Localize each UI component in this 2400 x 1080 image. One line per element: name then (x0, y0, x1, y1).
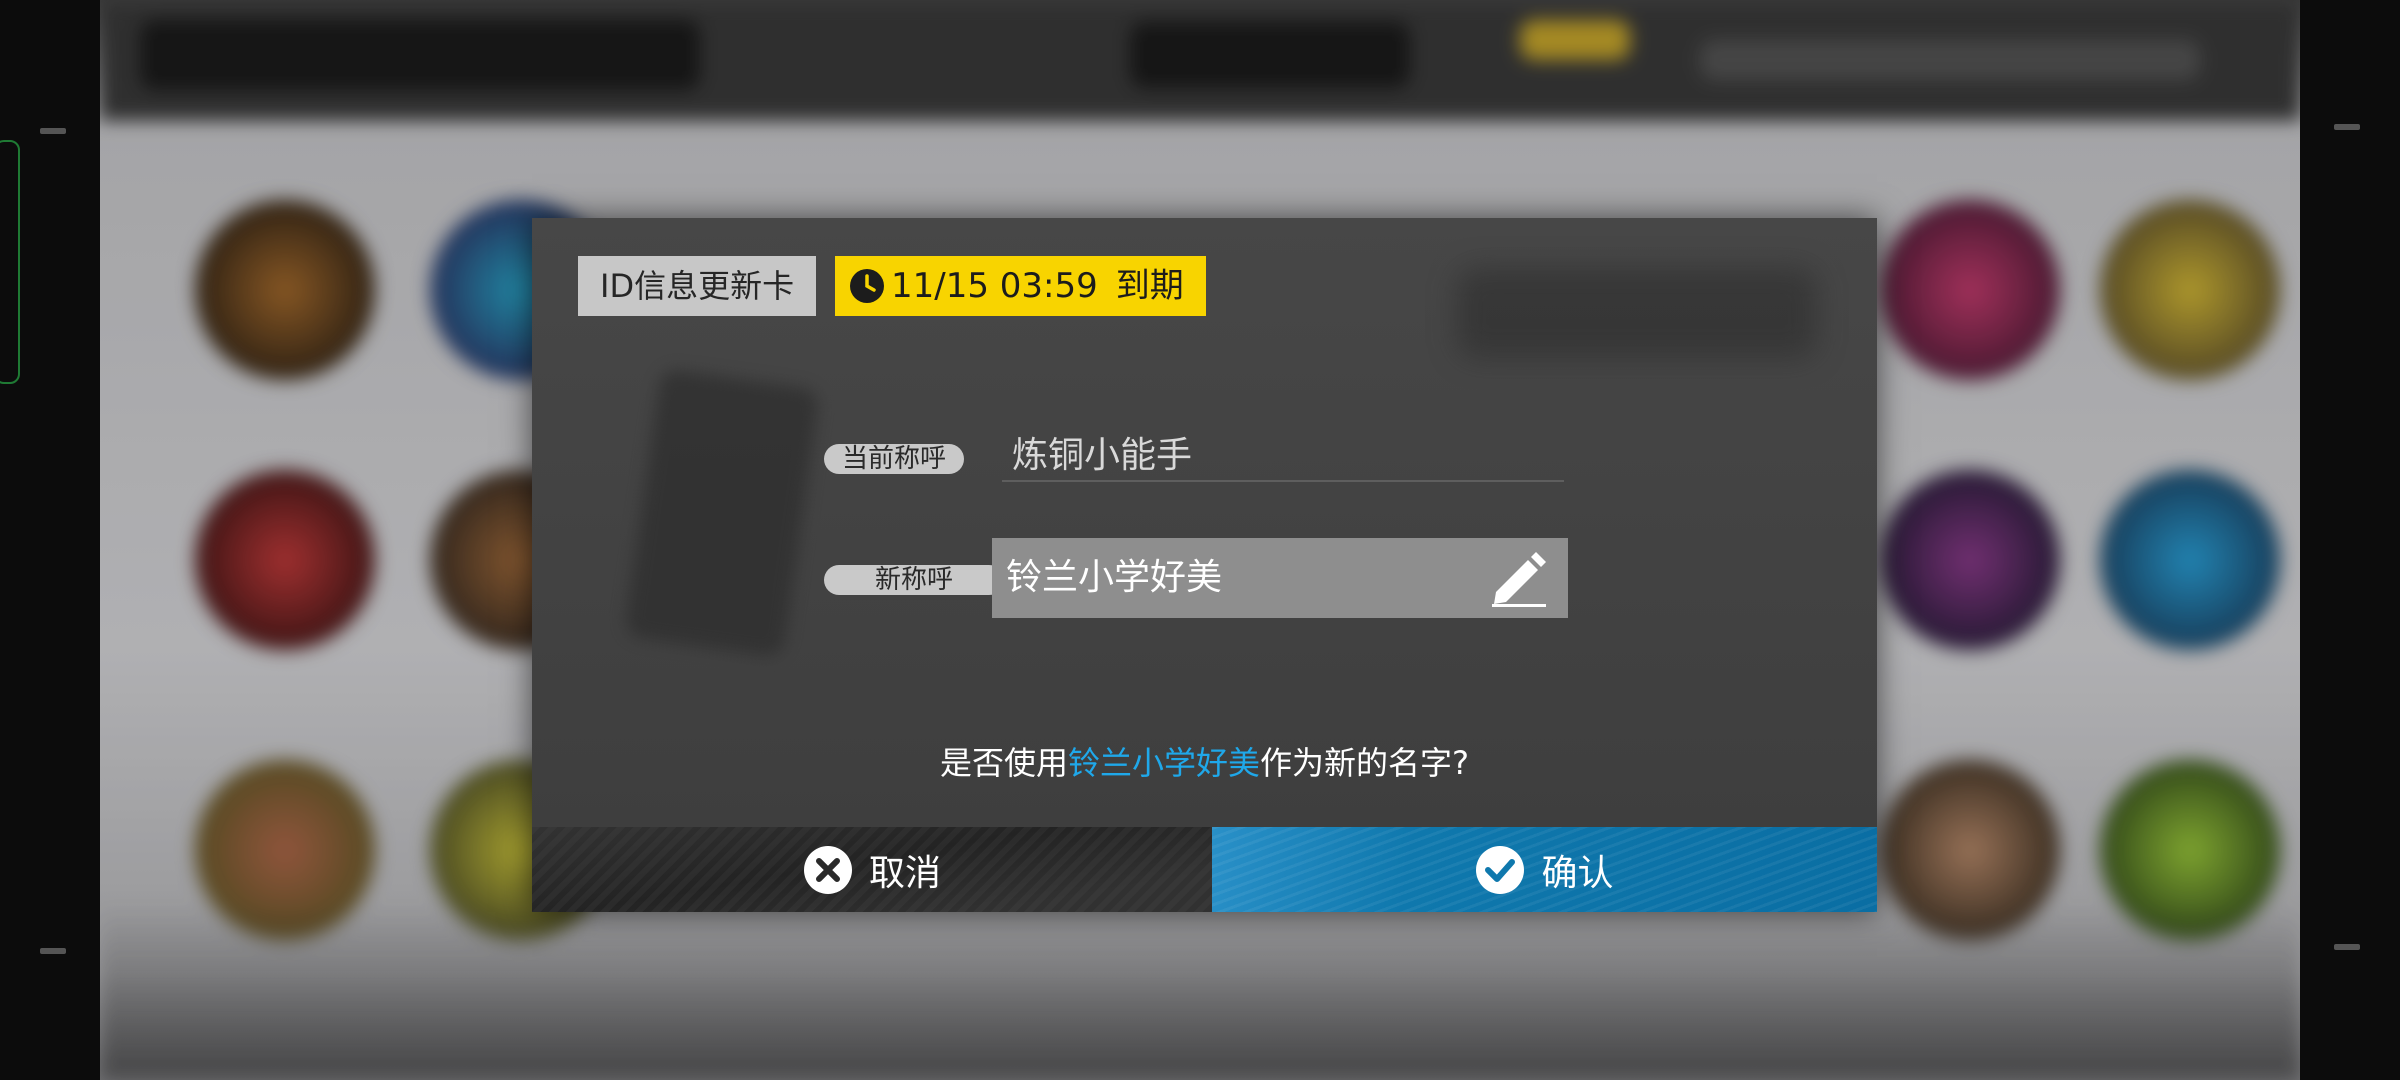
current-name-value: 炼铜小能手 (1002, 426, 1564, 482)
confirm-label: 确认 (1541, 852, 1614, 894)
confirm-question: 是否使用铃兰小学好美作为新的名字? (532, 738, 1877, 784)
blurred-decoration (1457, 268, 1817, 358)
current-name-label: 当前称呼 (824, 444, 964, 474)
bezel-notch (40, 128, 66, 134)
expiry-time: 11/15 03:59 (891, 266, 1098, 306)
expiry-label: 到期 (1115, 266, 1184, 306)
bezel-notch (40, 948, 66, 954)
confirm-button[interactable]: 确认 (1212, 827, 1877, 912)
question-highlight-name: 铃兰小学好美 (1068, 744, 1261, 782)
close-circle-icon (803, 845, 852, 894)
bezel-notch (2334, 124, 2360, 130)
new-name-input[interactable]: 铃兰小学好美 (992, 538, 1568, 618)
blurred-card-image (623, 368, 821, 658)
cancel-label: 取消 (868, 852, 941, 894)
bezel-notch (2334, 944, 2360, 950)
question-suffix: 作为新的名字? (1260, 744, 1470, 782)
cancel-button[interactable]: 取消 (532, 827, 1212, 912)
new-name-value: 铃兰小学好美 (1006, 557, 1223, 598)
rename-dialog: ID信息更新卡 11/15 03:59 到期 当前称呼 炼铜小能手 新称呼 铃兰… (532, 218, 1877, 912)
item-name-tag: ID信息更新卡 (578, 256, 817, 316)
pencil-icon[interactable] (1488, 548, 1550, 608)
check-circle-icon (1476, 845, 1525, 894)
question-prefix: 是否使用 (939, 744, 1068, 782)
side-bracket (0, 140, 20, 384)
left-bezel (0, 0, 100, 1080)
right-bezel (2300, 0, 2400, 1080)
clock-icon (850, 269, 884, 303)
expiry-tag: 11/15 03:59 到期 (835, 256, 1206, 316)
new-name-label: 新称呼 (824, 565, 1004, 595)
